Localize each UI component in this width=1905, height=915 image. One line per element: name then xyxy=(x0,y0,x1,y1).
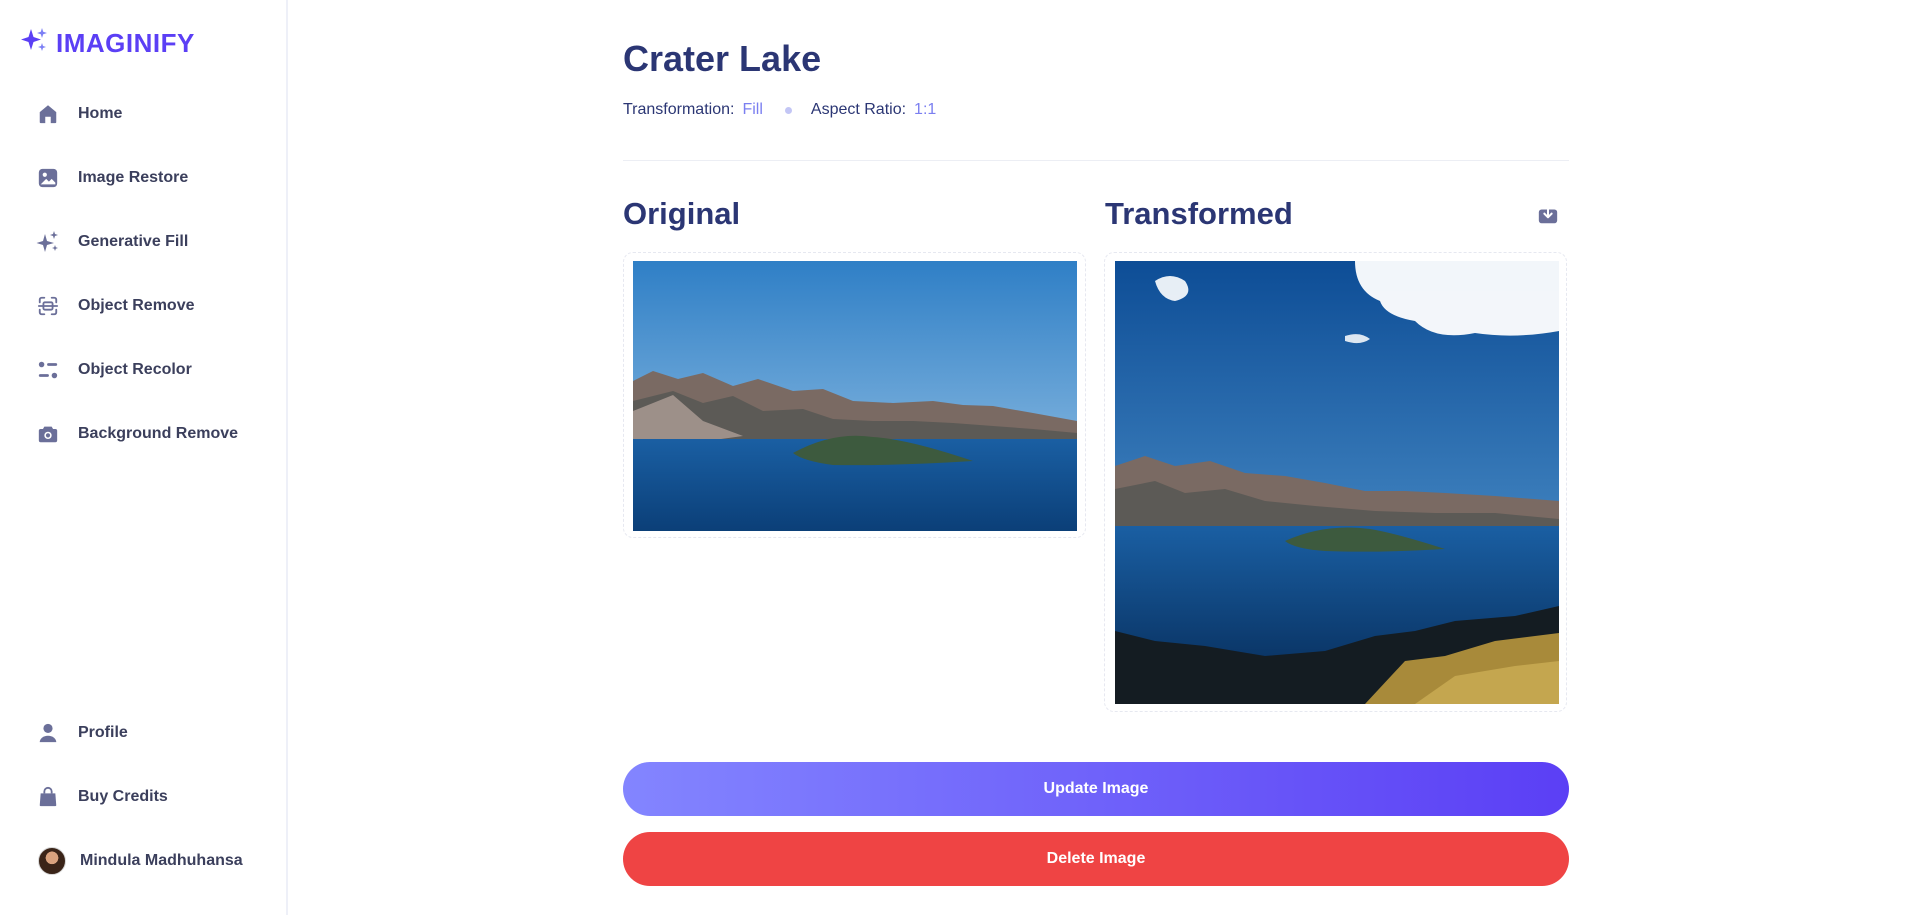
sidebar-item-object-recolor[interactable]: Object Recolor xyxy=(20,338,270,402)
sidebar-item-label: Image Restore xyxy=(78,169,189,186)
transformed-heading: Transformed xyxy=(1105,196,1293,231)
camera-icon xyxy=(36,422,60,446)
sidebar: IMAGINIFY Home Image Restore Generative … xyxy=(0,0,288,915)
sidebar-item-label: Profile xyxy=(78,724,128,741)
sidebar-item-label: Object Remove xyxy=(78,297,195,314)
sidebar-item-object-remove[interactable]: Object Remove xyxy=(20,274,270,338)
logo-sparkle-icon xyxy=(20,26,50,61)
avatar[interactable] xyxy=(38,847,66,875)
page-title: Crater Lake xyxy=(623,38,822,79)
sidebar-item-label: Background Remove xyxy=(78,425,239,442)
user-icon xyxy=(36,721,60,745)
sidebar-item-home[interactable]: Home xyxy=(20,82,270,146)
download-button[interactable] xyxy=(1536,205,1560,229)
sidebar-item-label: Generative Fill xyxy=(78,233,189,250)
transformation-value: Fill xyxy=(742,101,763,118)
divider xyxy=(623,160,1569,161)
user-name: Mindula Madhuhansa xyxy=(80,852,243,869)
sidebar-item-profile[interactable]: Profile xyxy=(20,701,270,765)
image-icon xyxy=(36,166,60,190)
original-image xyxy=(633,261,1077,531)
app-name: IMAGINIFY xyxy=(56,28,195,58)
sparkles-icon xyxy=(36,230,60,254)
separator-dot xyxy=(784,106,792,114)
aspect-ratio-value: 1:1 xyxy=(914,101,937,118)
app-logo[interactable]: IMAGINIFY xyxy=(20,26,195,61)
download-icon xyxy=(1537,204,1559,231)
filter-icon xyxy=(36,358,60,382)
transformation-label: Transformation: xyxy=(623,101,735,118)
user-account[interactable]: Mindula Madhuhansa xyxy=(20,829,270,893)
scan-icon xyxy=(36,294,60,318)
transformation-meta: Transformation: Fill Aspect Ratio: 1:1 xyxy=(623,101,936,119)
sidebar-item-buy-credits[interactable]: Buy Credits xyxy=(20,765,270,829)
sidebar-bottom-nav: Profile Buy Credits Mindula Madhuhansa xyxy=(20,701,270,893)
original-heading: Original xyxy=(623,196,741,231)
sidebar-item-label: Buy Credits xyxy=(78,788,168,805)
transformed-image xyxy=(1115,261,1559,704)
sidebar-nav: Home Image Restore Generative Fill Objec… xyxy=(20,82,270,466)
delete-image-button[interactable]: Delete Image xyxy=(623,832,1569,886)
update-image-button[interactable]: Update Image xyxy=(623,762,1569,816)
sidebar-item-label: Object Recolor xyxy=(78,361,192,378)
aspect-ratio-label: Aspect Ratio: xyxy=(810,101,907,118)
sidebar-item-generative-fill[interactable]: Generative Fill xyxy=(20,210,270,274)
sidebar-item-image-restore[interactable]: Image Restore xyxy=(20,146,270,210)
sidebar-item-label: Home xyxy=(78,105,123,122)
home-icon xyxy=(36,102,60,126)
bag-icon xyxy=(36,785,60,809)
sidebar-item-background-remove[interactable]: Background Remove xyxy=(20,402,270,466)
